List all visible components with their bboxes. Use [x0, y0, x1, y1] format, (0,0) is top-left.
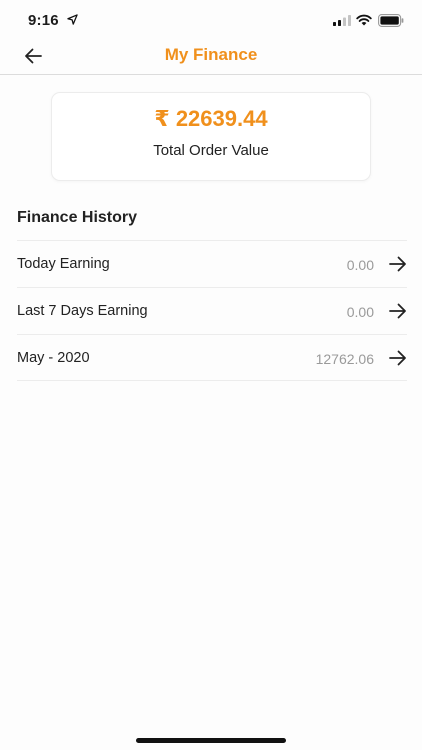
history-row-last-7-days-earning[interactable]: Last 7 Days Earning 0.00	[17, 287, 407, 334]
finance-history-heading: Finance History	[17, 209, 138, 226]
history-row-today-earning[interactable]: Today Earning 0.00	[17, 240, 407, 287]
page-title: My Finance	[164, 45, 258, 64]
cellular-signal-icon	[333, 15, 351, 26]
history-row-label: Last 7 Days Earning	[17, 303, 148, 319]
history-row-value: 0.00	[346, 304, 374, 320]
total-order-amount: ₹ 22639.44	[154, 106, 268, 131]
battery-icon	[378, 14, 404, 27]
status-time: 9:16	[28, 12, 59, 29]
home-indicator[interactable]	[136, 738, 286, 743]
history-row-label: May - 2020	[17, 350, 90, 366]
history-row-value: 12762.06	[315, 351, 374, 367]
total-order-label: Total Order Value	[153, 142, 269, 159]
arrow-right-icon	[389, 256, 406, 272]
finance-screen: 9:16 My Finance ₹ 22639.44 Total Order V…	[0, 0, 422, 750]
arrow-right-icon	[389, 350, 406, 366]
history-row-may-2020[interactable]: May - 2020 12762.06	[17, 334, 407, 381]
wifi-icon	[356, 14, 372, 26]
status-bar: 9:16	[0, 0, 422, 40]
history-row-label: Today Earning	[17, 256, 110, 272]
location-arrow-icon	[67, 14, 78, 25]
total-order-card: ₹ 22639.44 Total Order Value	[51, 92, 371, 181]
finance-history-list: Today Earning 0.00 Last 7 Days Earning 0…	[17, 240, 407, 381]
arrow-right-icon	[389, 303, 406, 319]
history-row-value: 0.00	[346, 257, 374, 273]
navigation-bar: My Finance	[0, 40, 422, 75]
